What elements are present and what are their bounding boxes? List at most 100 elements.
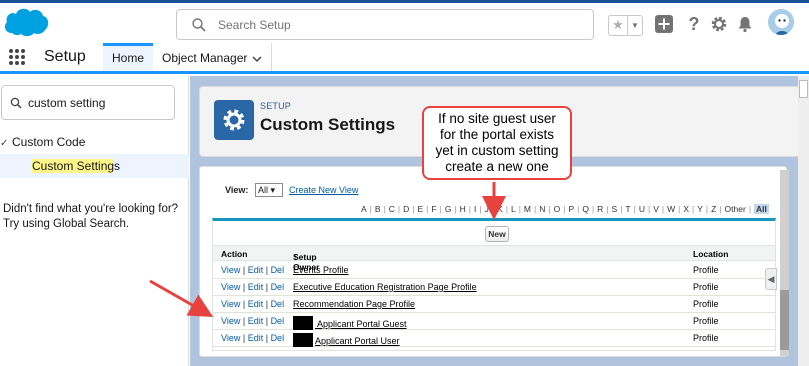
edit-link[interactable]: Edit	[248, 282, 264, 292]
alpha-filter-q[interactable]: Q	[582, 204, 589, 214]
setup-owner-link[interactable]: Applicant Portal User	[293, 333, 400, 347]
app-name: Setup	[44, 48, 86, 65]
star-icon[interactable]: ★	[609, 16, 628, 35]
view-select[interactable]: All ▾	[255, 183, 283, 197]
alpha-filter-j[interactable]: J	[485, 204, 489, 214]
column-header-location: Location	[693, 249, 729, 259]
alpha-separator: |	[518, 204, 521, 214]
alpha-separator: |	[468, 204, 472, 214]
quick-find-input[interactable]: custom setting	[1, 85, 175, 120]
edit-link[interactable]: Edit	[248, 333, 264, 343]
alpha-separator: |	[369, 204, 372, 214]
table-row: View | Edit | Del Executive Education Reg…	[213, 279, 775, 296]
setup-owner-link[interactable]: Recommendation Page Profile	[293, 299, 415, 309]
alpha-filter-all[interactable]: All	[754, 204, 769, 214]
view-link[interactable]: View	[221, 333, 240, 343]
edit-link[interactable]: Edit	[248, 265, 264, 275]
delete-link[interactable]: Del	[271, 265, 285, 275]
alpha-filter-k[interactable]: K	[497, 204, 503, 214]
setup-owner-link[interactable]: Applicant Portal Guest	[293, 316, 407, 330]
tree-item-label: Custom Code	[12, 135, 86, 149]
alpha-filter-s[interactable]: S	[612, 204, 618, 214]
alpha-separator: |	[548, 204, 551, 214]
view-link[interactable]: View	[221, 299, 240, 309]
alpha-separator: |	[505, 204, 508, 214]
bell-icon[interactable]	[735, 14, 755, 34]
alpha-filter-d[interactable]: D	[403, 204, 409, 214]
row-actions: View | Edit | Del	[221, 282, 285, 292]
not-found-message: Didn't find what you're looking for? Try…	[3, 202, 183, 232]
alpha-filter-w[interactable]: W	[667, 204, 675, 214]
quick-find-value: custom setting	[28, 96, 106, 110]
page-scrollbar-thumb[interactable]	[799, 80, 808, 98]
alpha-filter-o[interactable]: O	[554, 204, 561, 214]
alpha-filter-r[interactable]: R	[597, 204, 603, 214]
delete-link[interactable]: Del	[271, 299, 285, 309]
alpha-filter-b[interactable]: B	[375, 204, 381, 214]
view-link[interactable]: View	[221, 316, 240, 326]
setup-owner-name: Events Profile	[293, 265, 349, 275]
table-row: View | Edit | Del Recommendation Page Pro…	[213, 296, 775, 313]
alpha-filter-i[interactable]: I	[474, 204, 476, 214]
salesforce-logo[interactable]	[2, 5, 50, 39]
tree-item-custom-settings[interactable]: Custom Settings	[0, 154, 189, 178]
alpha-filter-a[interactable]: A	[361, 204, 367, 214]
alpha-filter-h[interactable]: H	[460, 204, 466, 214]
alpha-separator: |	[692, 204, 695, 214]
alpha-separator: |	[620, 204, 623, 214]
alpha-filter-other[interactable]: Other	[725, 204, 746, 214]
delete-link[interactable]: Del	[271, 333, 285, 343]
alpha-filter-u[interactable]: U	[639, 204, 645, 214]
tree-item-label-rest: s	[114, 159, 121, 173]
new-button[interactable]: New	[485, 226, 509, 242]
view-link[interactable]: View	[221, 282, 240, 292]
tab-object-manager[interactable]: Object Manager	[162, 51, 247, 65]
alpha-filter-n[interactable]: N	[539, 204, 545, 214]
tree-item-custom-code[interactable]: ✓ Custom Code	[0, 135, 85, 149]
view-link[interactable]: View	[221, 265, 240, 275]
create-new-view-link[interactable]: Create New View	[289, 185, 358, 195]
location-cell: Profile	[693, 316, 719, 326]
search-icon	[10, 97, 22, 109]
setup-owner-link[interactable]: Executive Education Registration Page Pr…	[293, 282, 477, 292]
alpha-filter-e[interactable]: E	[418, 204, 424, 214]
search-highlight: Custom Setting	[32, 159, 115, 173]
tab-home[interactable]: Home	[103, 43, 153, 71]
plus-icon[interactable]	[654, 14, 674, 34]
global-search-input[interactable]: Search Setup	[176, 9, 594, 40]
alpha-filter-f[interactable]: F	[431, 204, 436, 214]
list-view-card: View: All ▾ Create New View A | B | C | D | E | F |…	[199, 166, 787, 357]
alpha-filter-v[interactable]: V	[653, 204, 659, 214]
page-scrollbar[interactable]	[798, 76, 809, 366]
alpha-filter-p[interactable]: P	[568, 204, 574, 214]
gear-icon[interactable]	[709, 14, 729, 34]
help-icon[interactable]: ?	[684, 14, 704, 34]
chevron-down-icon[interactable]: ✓	[0, 138, 12, 149]
location-cell: Profile	[693, 333, 719, 343]
alpha-filter-m[interactable]: M	[524, 204, 531, 214]
avatar[interactable]	[767, 8, 795, 36]
delete-link[interactable]: Del	[271, 316, 285, 326]
alpha-filter-c[interactable]: C	[389, 204, 395, 214]
alpha-filter-t[interactable]: T	[625, 204, 630, 214]
row-actions: View | Edit | Del	[221, 316, 285, 326]
alpha-filter-y[interactable]: Y	[697, 204, 703, 214]
alpha-filter-g[interactable]: G	[445, 204, 452, 214]
list-scrollbar-thumb[interactable]	[780, 290, 789, 350]
alpha-filter-x[interactable]: X	[683, 204, 689, 214]
setup-gear-icon	[214, 100, 254, 140]
delete-link[interactable]: Del	[271, 282, 285, 292]
chevron-down-icon[interactable]	[252, 53, 262, 63]
edit-link[interactable]: Edit	[248, 299, 264, 309]
alpha-filter-z[interactable]: Z	[711, 204, 716, 214]
alpha-separator: |	[439, 204, 442, 214]
alpha-filter-l[interactable]: L	[511, 204, 516, 214]
side-panel-handle[interactable]: ◀	[765, 268, 777, 290]
app-launcher-icon[interactable]	[9, 49, 25, 65]
favorites-button[interactable]: ★ ▼	[608, 15, 643, 36]
setup-owner-link[interactable]: Events Profile	[293, 265, 349, 275]
location-cell: Profile	[693, 265, 719, 275]
alpha-separator: |	[563, 204, 566, 214]
chevron-down-icon[interactable]: ▼	[628, 16, 642, 35]
edit-link[interactable]: Edit	[248, 316, 264, 326]
